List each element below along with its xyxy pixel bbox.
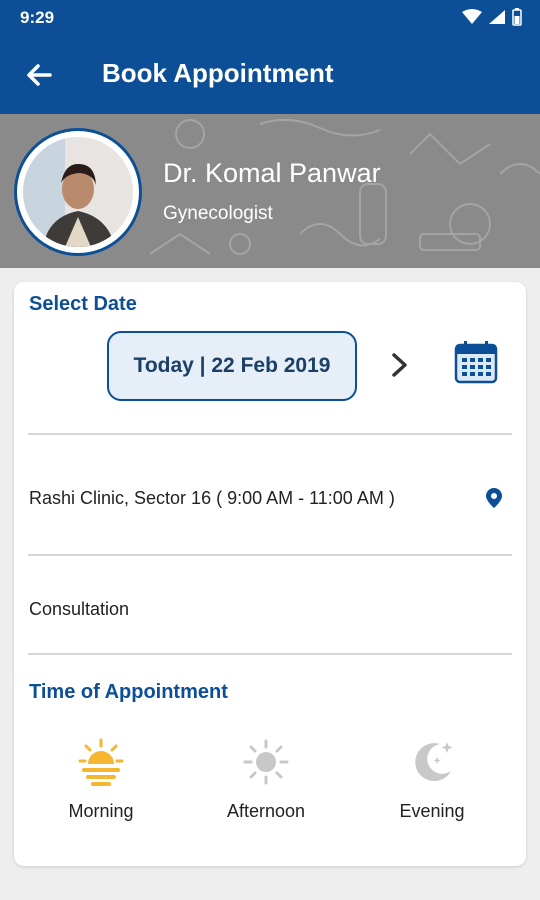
booking-card: Select Date Today | 22 Feb 2019 Rashi Cl… [14, 282, 526, 866]
consultation-type[interactable]: Consultation [29, 599, 129, 620]
arrow-left-icon[interactable] [22, 58, 56, 92]
date-selector[interactable]: Today | 22 Feb 2019 [107, 331, 357, 401]
page-title: Book Appointment [102, 58, 334, 88]
calendar-icon[interactable] [454, 340, 498, 384]
divider [28, 653, 512, 655]
slot-morning[interactable]: Morning [41, 737, 161, 832]
divider [28, 554, 512, 556]
doctor-avatar [14, 128, 142, 256]
doctor-name: Dr. Komal Panwar [163, 158, 381, 188]
divider [28, 433, 512, 435]
location-pin-icon[interactable] [485, 487, 503, 509]
doctor-photo [23, 137, 133, 247]
wifi-icon [462, 9, 482, 24]
battery-icon [512, 8, 522, 26]
slot-label: Afternoon [226, 801, 306, 821]
signal-icon [489, 10, 505, 24]
chevron-right-icon[interactable] [386, 350, 412, 380]
moon-icon [415, 742, 453, 782]
app-bar: Book Appointment [0, 36, 540, 114]
doctor-specialty: Gynecologist [163, 203, 273, 224]
sun-icon [243, 739, 289, 785]
status-icons [462, 8, 522, 26]
sunrise-icon [78, 738, 124, 786]
doctor-profile-banner: Dr. Komal Panwar Gynecologist [0, 114, 540, 268]
clinic-info[interactable]: Rashi Clinic, Sector 16 ( 9:00 AM - 11:0… [29, 488, 395, 509]
slot-label: Evening [399, 801, 465, 821]
slot-afternoon[interactable]: Afternoon [206, 737, 326, 832]
time-of-appointment-heading: Time of Appointment [29, 681, 228, 703]
select-date-heading: Select Date [29, 293, 137, 315]
slot-evening[interactable]: Evening [372, 737, 492, 832]
status-time: 9:29 [20, 8, 55, 27]
slot-label: Morning [68, 801, 134, 821]
status-bar: 9:29 [0, 0, 540, 36]
